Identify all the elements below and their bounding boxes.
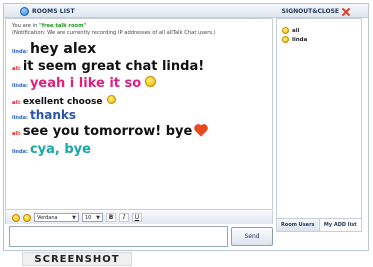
font-value: Verdana [37, 214, 58, 221]
message-text: see you tomorrow! bye [22, 124, 193, 139]
message-text: cya, bye [29, 142, 91, 157]
users-pane: ali linda Room Users My ADD list [276, 18, 362, 232]
chevron-down-icon: ▼ [96, 214, 100, 221]
message: linda: yeah i like it so [12, 76, 272, 95]
screenshot-caption: SCREENSHOT [22, 252, 132, 266]
wink-icon[interactable] [23, 213, 31, 222]
tab-my-add-list[interactable]: My ADD list [319, 219, 361, 231]
emoticon-icon[interactable] [12, 213, 20, 222]
font-size-select[interactable]: 10 ▼ [82, 213, 103, 222]
message-nick[interactable]: linda: [12, 149, 28, 155]
font-select[interactable]: Verdana ▼ [34, 213, 79, 222]
user-name: ali [292, 27, 300, 34]
user-icon [282, 36, 289, 43]
message-input[interactable] [9, 226, 228, 247]
send-button[interactable]: Send [231, 227, 273, 246]
smiley-icon [106, 95, 116, 104]
chat-bubble-icon [20, 7, 29, 16]
tab-room-users[interactable]: Room Users [277, 219, 320, 231]
message-text: it seem great chat linda! [22, 59, 205, 74]
heart-icon [195, 125, 208, 137]
room-name: "free talk room" [39, 23, 87, 29]
message-nick[interactable]: linda: [12, 115, 28, 121]
message-nick[interactable]: ali: [12, 131, 21, 137]
bold-button[interactable]: B [106, 213, 116, 222]
message: linda: hey alex [12, 41, 272, 59]
input-row: Send [5, 226, 273, 248]
message-nick[interactable]: ali: [12, 100, 21, 106]
message-list: linda: hey alex ali: it seem great chat … [6, 41, 272, 160]
message-nick[interactable]: ali: [12, 66, 21, 72]
message-text: yeah i like it so [29, 76, 142, 91]
users-tabs: Room Users My ADD list [277, 218, 361, 231]
message-text: exellent choose [22, 97, 103, 107]
signout-close-button[interactable]: SIGNOUT&CLOSE [282, 6, 350, 17]
message: linda: thanks [12, 108, 272, 124]
underline-button[interactable]: U [132, 213, 142, 222]
user-icon [282, 27, 289, 34]
rooms-list-label: ROOMS LIST [32, 8, 75, 15]
message-text: thanks [29, 108, 76, 122]
user-item-linda[interactable]: linda [277, 35, 361, 44]
italic-button[interactable]: I [119, 213, 129, 222]
message: ali: exellent choose [12, 95, 272, 108]
signout-close-label: SIGNOUT&CLOSE [281, 8, 339, 15]
message-text: hey alex [29, 41, 97, 57]
close-icon [342, 8, 350, 16]
notification-text: (Notification: We are currently recordin… [12, 30, 216, 36]
user-name: linda [292, 36, 308, 43]
smiley-icon [145, 76, 157, 87]
rooms-list-button[interactable]: ROOMS LIST [20, 6, 75, 17]
room-prefix: You are in [12, 23, 40, 29]
room-status: You are in "free talk room" [6, 23, 272, 30]
chevron-down-icon: ▼ [72, 214, 76, 221]
font-size-value: 10 [85, 214, 92, 221]
message-nick[interactable]: linda: [12, 49, 28, 55]
message: ali: see you tomorrow! bye [12, 124, 272, 142]
top-bar: ROOMS LIST SIGNOUT&CLOSE [4, 4, 368, 18]
chat-messages-pane[interactable]: You are in "free talk room" (Notificatio… [5, 18, 273, 210]
user-item-ali[interactable]: ali [277, 26, 361, 35]
message: linda: cya, bye [12, 142, 272, 160]
message-nick[interactable]: linda: [12, 83, 28, 89]
format-toolbar: Verdana ▼ 10 ▼ B I U [5, 211, 273, 224]
message: ali: it seem great chat linda! [12, 59, 272, 76]
